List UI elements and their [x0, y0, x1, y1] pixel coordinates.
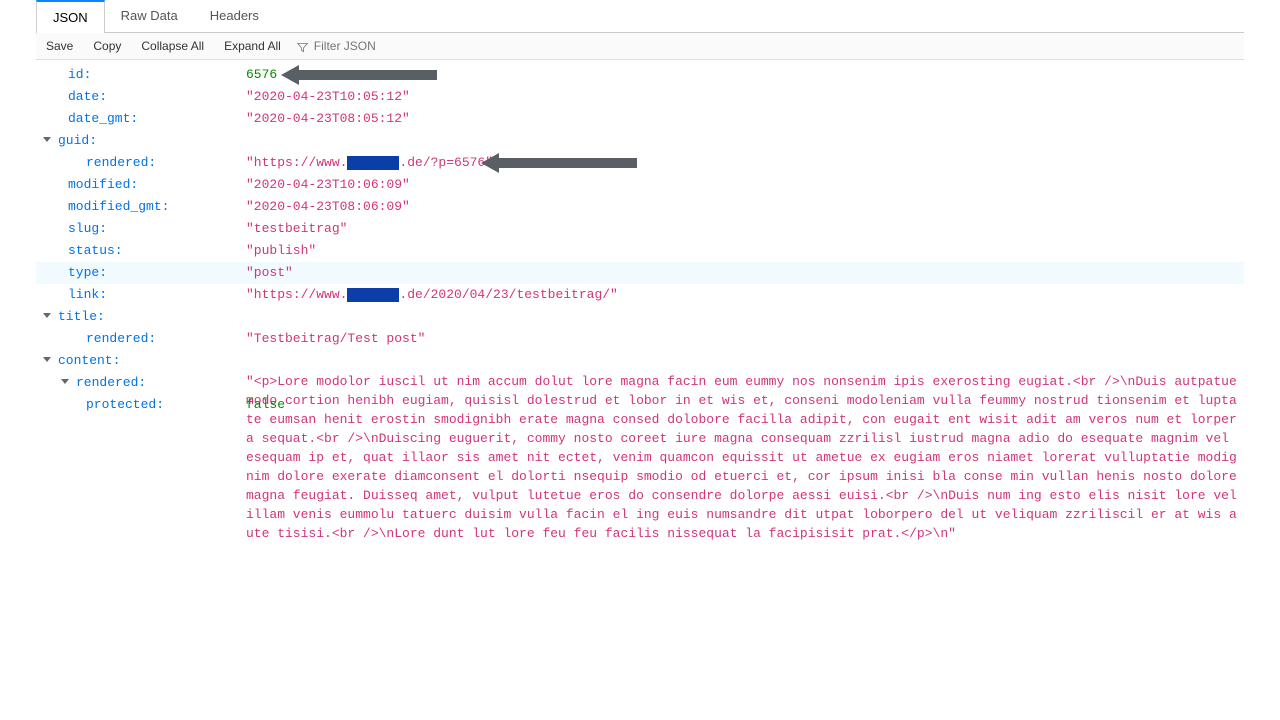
row-modified[interactable]: modified: "2020-04-23T10:06:09": [36, 174, 1244, 196]
guid-rendered-post: .de/?p=6576": [399, 155, 493, 170]
key-content-rendered: rendered:: [74, 372, 146, 394]
value-slug: "testbeitrag": [246, 218, 1244, 240]
key-link: link:: [66, 284, 107, 306]
filter-icon: [297, 41, 308, 52]
key-type: type:: [66, 262, 107, 284]
row-guid-rendered[interactable]: rendered: "https://www. .de/?p=6576": [36, 152, 1244, 174]
expand-all-button[interactable]: Expand All: [214, 33, 291, 59]
tab-json[interactable]: JSON: [36, 0, 105, 33]
value-type: "post": [246, 262, 1244, 284]
toggle-content[interactable]: [42, 355, 54, 367]
key-guid-rendered: rendered:: [84, 152, 156, 174]
tabs-bar: JSON Raw Data Headers: [36, 0, 1244, 33]
toggle-guid[interactable]: [42, 135, 54, 147]
key-content: content:: [56, 350, 120, 372]
key-id: id:: [66, 64, 91, 86]
json-body: id: 6576 date: "2020-04-23T10:05:12" dat…: [36, 60, 1244, 420]
collapse-all-button[interactable]: Collapse All: [131, 33, 214, 59]
toolbar: Save Copy Collapse All Expand All: [36, 33, 1244, 60]
row-date[interactable]: date: "2020-04-23T10:05:12": [36, 86, 1244, 108]
key-status: status:: [66, 240, 123, 262]
key-date: date:: [66, 86, 107, 108]
row-modified-gmt[interactable]: modified_gmt: "2020-04-23T08:06:09": [36, 196, 1244, 218]
guid-rendered-pre: "https://www.: [246, 155, 347, 170]
value-status: "publish": [246, 240, 1244, 262]
value-modified: "2020-04-23T10:06:09": [246, 174, 1244, 196]
link-post: .de/2020/04/23/testbeitrag/": [399, 287, 617, 302]
key-modified: modified:: [66, 174, 138, 196]
value-title-rendered: "Testbeitrag/Test post": [246, 328, 1244, 350]
tab-headers[interactable]: Headers: [194, 0, 275, 32]
key-date-gmt: date_gmt:: [66, 108, 138, 130]
save-button[interactable]: Save: [36, 33, 83, 59]
toggle-content-rendered[interactable]: [60, 377, 72, 389]
tab-raw-data[interactable]: Raw Data: [105, 0, 194, 32]
row-title[interactable]: title:: [36, 306, 1244, 328]
value-guid-rendered: "https://www. .de/?p=6576": [246, 152, 1244, 174]
filter-wrap: [291, 35, 468, 57]
value-date: "2020-04-23T10:05:12": [246, 86, 1244, 108]
value-date-gmt: "2020-04-23T08:05:12": [246, 108, 1244, 130]
toggle-title[interactable]: [42, 311, 54, 323]
value-link: "https://www. .de/2020/04/23/testbeitrag/…: [246, 284, 1244, 306]
key-modified-gmt: modified_gmt:: [66, 196, 169, 218]
link-pre: "https://www.: [246, 287, 347, 302]
row-type[interactable]: type: "post": [36, 262, 1244, 284]
redacted-domain-link: [347, 288, 399, 302]
key-guid: guid:: [56, 130, 97, 152]
value-content-protected: false: [246, 394, 1244, 416]
row-title-rendered[interactable]: rendered: "Testbeitrag/Test post": [36, 328, 1244, 350]
row-id[interactable]: id: 6576: [36, 64, 1244, 86]
key-content-protected: protected:: [84, 394, 164, 416]
redacted-domain: [347, 156, 399, 170]
key-title-rendered: rendered:: [84, 328, 156, 350]
value-modified-gmt: "2020-04-23T08:06:09": [246, 196, 1244, 218]
copy-button[interactable]: Copy: [83, 33, 131, 59]
key-title: title:: [56, 306, 105, 328]
key-slug: slug:: [66, 218, 107, 240]
row-content-protected[interactable]: protected: false: [36, 394, 1244, 416]
value-id: 6576: [246, 64, 1244, 86]
row-guid[interactable]: guid:: [36, 130, 1244, 152]
row-status[interactable]: status: "publish": [36, 240, 1244, 262]
row-link[interactable]: link: "https://www. .de/2020/04/23/testbe…: [36, 284, 1244, 306]
row-content[interactable]: content:: [36, 350, 1244, 372]
json-viewer: JSON Raw Data Headers Save Copy Collapse…: [36, 0, 1244, 420]
row-slug[interactable]: slug: "testbeitrag": [36, 218, 1244, 240]
filter-input[interactable]: [312, 35, 462, 57]
row-date-gmt[interactable]: date_gmt: "2020-04-23T08:05:12": [36, 108, 1244, 130]
row-content-rendered[interactable]: rendered: "<p>Lore modolor iuscil ut nim…: [36, 372, 1244, 394]
